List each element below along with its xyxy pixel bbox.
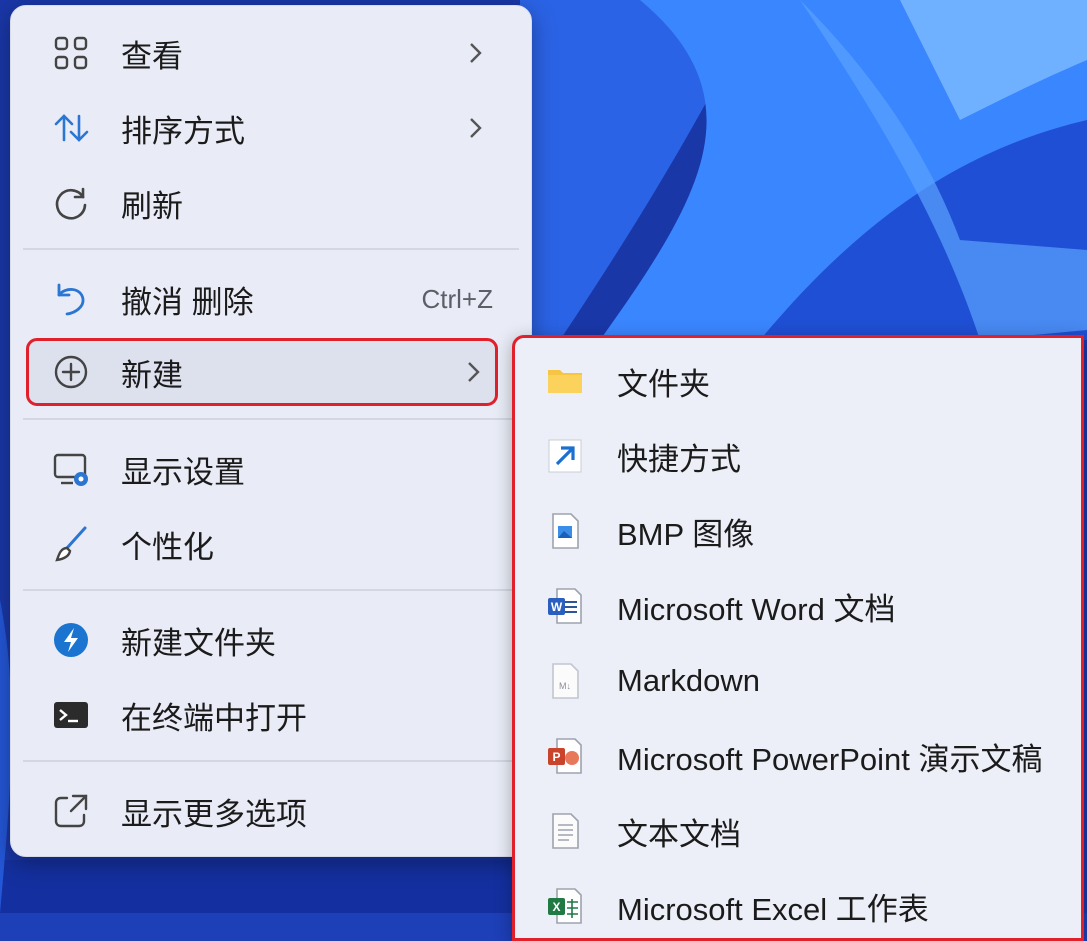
- menu-item-show-more-options[interactable]: 显示更多选项: [21, 780, 521, 842]
- menu-item-label: 显示设置: [121, 454, 245, 490]
- submenu-item-bmp-image[interactable]: BMP 图像: [515, 496, 1075, 566]
- submenu-item-label: 文本文档: [617, 816, 741, 852]
- svg-text:P: P: [552, 750, 560, 764]
- new-submenu: 文件夹 快捷方式 BMP 图像 W Microsoft Word 文档 M↓ M…: [512, 335, 1084, 941]
- text-file-icon: [543, 809, 587, 853]
- menu-item-open-terminal[interactable]: 在终端中打开: [21, 684, 521, 746]
- submenu-item-markdown[interactable]: M↓ Markdown: [515, 646, 1075, 716]
- menu-item-label: 查看: [121, 38, 183, 74]
- terminal-icon: [49, 693, 93, 737]
- submenu-item-label: Microsoft Word 文档: [617, 591, 896, 627]
- submenu-item-label: Markdown: [617, 663, 760, 698]
- submenu-item-label: Microsoft PowerPoint 演示文稿: [617, 741, 1043, 777]
- context-menu: 查看 排序方式 刷新 撤消 删除 Ctrl+Z 新建 显示设置 个性化 新建文件…: [10, 5, 532, 857]
- bmp-file-icon: [543, 509, 587, 553]
- word-icon: W: [543, 584, 587, 628]
- svg-text:M↓: M↓: [559, 681, 571, 691]
- shortcut-label: Ctrl+Z: [421, 283, 494, 314]
- submenu-item-label: 文件夹: [617, 366, 710, 402]
- chevron-right-icon: [468, 362, 480, 382]
- menu-item-sort[interactable]: 排序方式: [21, 97, 521, 159]
- menu-item-label: 个性化: [121, 529, 214, 565]
- submenu-item-folder[interactable]: 文件夹: [515, 346, 1075, 416]
- menu-item-label: 新建: [121, 357, 183, 393]
- menu-item-label: 撤消 删除: [121, 284, 254, 320]
- submenu-item-label: Microsoft Excel 工作表: [617, 891, 929, 927]
- display-settings-icon: [49, 447, 93, 491]
- folder-icon: [543, 359, 587, 403]
- menu-separator: [23, 589, 519, 591]
- menu-item-view[interactable]: 查看: [21, 22, 521, 84]
- submenu-item-powerpoint[interactable]: P Microsoft PowerPoint 演示文稿: [515, 721, 1075, 791]
- menu-item-display-settings[interactable]: 显示设置: [21, 438, 521, 500]
- svg-text:X: X: [552, 900, 560, 914]
- submenu-item-shortcut[interactable]: 快捷方式: [515, 421, 1075, 491]
- menu-item-label: 刷新: [121, 188, 183, 224]
- sort-icon: [49, 106, 93, 150]
- menu-item-label: 新建文件夹: [121, 625, 276, 661]
- menu-item-label: 在终端中打开: [121, 700, 307, 736]
- markdown-file-icon: M↓: [543, 659, 587, 703]
- menu-item-label: 排序方式: [121, 113, 245, 149]
- menu-separator: [23, 248, 519, 250]
- chevron-right-icon: [470, 43, 482, 63]
- menu-item-new-folder[interactable]: 新建文件夹: [21, 609, 521, 671]
- menu-item-refresh[interactable]: 刷新: [21, 172, 521, 234]
- menu-separator: [23, 418, 519, 420]
- open-external-icon: [49, 789, 93, 833]
- submenu-item-text-document[interactable]: 文本文档: [515, 796, 1075, 866]
- menu-item-new[interactable]: 新建: [26, 338, 498, 406]
- submenu-item-label: 快捷方式: [617, 441, 741, 477]
- submenu-item-word[interactable]: W Microsoft Word 文档: [515, 571, 1075, 641]
- menu-item-label: 显示更多选项: [121, 796, 307, 832]
- shortcut-icon: [543, 434, 587, 478]
- app-badge-icon: [49, 618, 93, 662]
- submenu-item-label: BMP 图像: [617, 516, 755, 552]
- chevron-right-icon: [470, 118, 482, 138]
- refresh-icon: [49, 181, 93, 225]
- submenu-item-excel[interactable]: X Microsoft Excel 工作表: [515, 871, 1075, 941]
- menu-separator: [23, 760, 519, 762]
- svg-text:W: W: [551, 600, 563, 614]
- menu-item-undo-delete[interactable]: 撤消 删除 Ctrl+Z: [21, 268, 521, 330]
- add-circle-icon: [49, 350, 93, 394]
- excel-icon: X: [543, 884, 587, 928]
- grid-icon: [49, 31, 93, 75]
- undo-icon: [49, 277, 93, 321]
- brush-icon: [49, 522, 93, 566]
- menu-item-personalize[interactable]: 个性化: [21, 513, 521, 575]
- powerpoint-icon: P: [543, 734, 587, 778]
